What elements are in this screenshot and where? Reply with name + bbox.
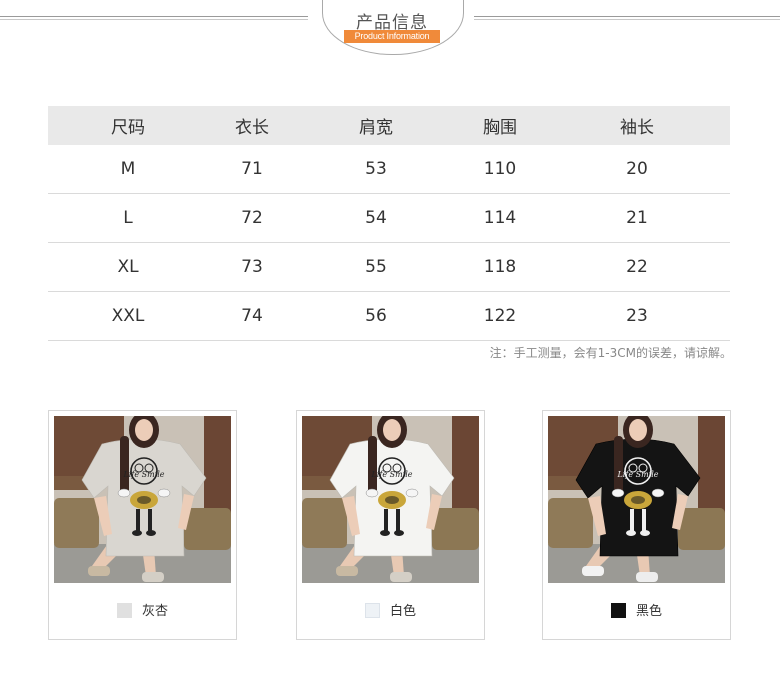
cell-size: XL: [48, 242, 208, 292]
color-label: 灰杏: [141, 604, 168, 619]
cartoon-belly: [385, 496, 399, 504]
face: [383, 419, 401, 441]
cell-sleeve: 23: [544, 291, 730, 341]
color-option: 灰杏: [49, 600, 236, 619]
cell-sleeve: 22: [544, 242, 730, 292]
cartoon-leg: [384, 509, 388, 531]
cartoon-glove: [611, 488, 625, 498]
sofa-right: [184, 508, 231, 550]
hair-long: [120, 436, 129, 496]
sneaker-right: [142, 572, 164, 582]
sneaker-right: [390, 572, 412, 582]
color-swatch: [364, 603, 380, 618]
sneaker-left: [88, 566, 110, 576]
cell-bust: 110: [456, 145, 544, 194]
color-card-white[interactable]: Life Smile 白色: [296, 410, 485, 640]
cartoon-foot: [146, 530, 156, 536]
cartoon-glove: [651, 488, 665, 498]
cartoon-foot: [640, 530, 650, 536]
product-photo: Life Smile: [302, 416, 479, 583]
face: [135, 419, 153, 441]
cell-bust: 122: [456, 291, 544, 341]
sneaker-left: [336, 566, 358, 576]
cartoon-foot: [394, 530, 404, 536]
cell-sleeve: 21: [544, 193, 730, 243]
cartoon-leg: [642, 509, 646, 531]
cartoon-leg: [148, 509, 152, 531]
cartoon-belly: [631, 496, 645, 504]
cartoon-glove: [117, 488, 131, 498]
color-swatch: [116, 603, 132, 618]
cartoon-foot: [626, 530, 636, 536]
print-text: Life Smile: [122, 470, 164, 479]
cell-size: XXL: [48, 291, 208, 341]
sneaker-right: [636, 572, 658, 582]
color-swatch: [610, 603, 626, 618]
sofa: [548, 498, 593, 548]
table-row: XXL 74 56 122 23: [48, 291, 730, 341]
cartoon-foot: [132, 530, 142, 536]
color-label: 白色: [389, 604, 416, 619]
product-photo: Life Smile: [548, 416, 725, 583]
cell-length: 71: [208, 145, 296, 194]
cell-size: L: [48, 193, 208, 243]
color-option: 黑色: [543, 600, 730, 619]
color-option: 白色: [297, 600, 484, 619]
cell-shoulder: 54: [296, 193, 456, 243]
cell-size: M: [48, 145, 208, 194]
sneaker-left: [582, 566, 604, 576]
section-subtitle: Product Information: [344, 30, 440, 43]
cartoon-glove: [157, 488, 171, 498]
header-shoulder: 肩宽: [296, 106, 456, 145]
cell-shoulder: 53: [296, 145, 456, 194]
sofa-right: [678, 508, 725, 550]
print-text: Life Smile: [370, 470, 412, 479]
face: [629, 419, 647, 441]
header-size: 尺码: [48, 106, 208, 145]
cartoon-glove: [365, 488, 379, 498]
header-rule-right-lower: [474, 19, 780, 20]
color-card-apricot[interactable]: Life Smile 灰杏: [48, 410, 237, 640]
cell-bust: 114: [456, 193, 544, 243]
cartoon-glove: [405, 488, 419, 498]
table-row: M 71 53 110 20: [48, 145, 730, 194]
size-chart-header-row: 尺码 衣长 肩宽 胸围 袖长: [48, 106, 730, 145]
header-rule-left-lower: [0, 19, 308, 20]
hair-long: [614, 436, 623, 496]
sofa: [54, 498, 99, 548]
cartoon-leg: [396, 509, 400, 531]
header-rule-left: [0, 16, 308, 17]
cell-length: 72: [208, 193, 296, 243]
cell-length: 74: [208, 291, 296, 341]
hair-long: [368, 436, 377, 496]
table-row: XL 73 55 118 22: [48, 242, 730, 292]
color-label: 黑色: [635, 604, 662, 619]
print-text: Life Smile: [616, 470, 658, 479]
cell-sleeve: 20: [544, 145, 730, 194]
header-sleeve: 袖长: [544, 106, 730, 145]
measurement-note: 注：手工测量，会有1-3CM的误差，请谅解。: [489, 346, 732, 360]
cartoon-foot: [380, 530, 390, 536]
header-length: 衣长: [208, 106, 296, 145]
cartoon-leg: [630, 509, 634, 531]
sofa: [302, 498, 347, 548]
sofa-right: [432, 508, 479, 550]
size-chart-table: 尺码 衣长 肩宽 胸围 袖长 M 71 53 110 20 L 72 54 11…: [48, 106, 730, 341]
cell-shoulder: 55: [296, 242, 456, 292]
header-bust: 胸围: [456, 106, 544, 145]
cell-bust: 118: [456, 242, 544, 292]
cartoon-belly: [137, 496, 151, 504]
header-rule-right: [474, 16, 780, 17]
cartoon-leg: [136, 509, 140, 531]
table-row: L 72 54 114 21: [48, 193, 730, 243]
color-card-black[interactable]: Life Smile 黑色: [542, 410, 731, 640]
cell-length: 73: [208, 242, 296, 292]
product-photo: Life Smile: [54, 416, 231, 583]
cell-shoulder: 56: [296, 291, 456, 341]
